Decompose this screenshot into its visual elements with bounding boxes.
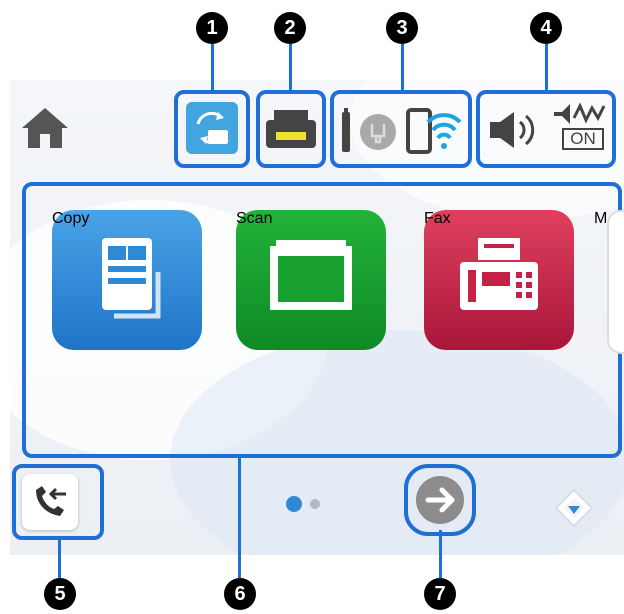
leader-line-3 [401, 44, 404, 90]
app-more[interactable] [607, 210, 624, 354]
quiet-mode-icon[interactable]: ON [550, 100, 608, 154]
home-icon[interactable] [18, 104, 72, 157]
wired-lan-icon[interactable] [338, 98, 402, 167]
callout-1: 1 [196, 12, 228, 44]
next-arrow-icon[interactable] [414, 474, 466, 531]
app-fax-label: Fax [424, 210, 451, 227]
app-scan[interactable] [236, 210, 386, 350]
callout-6: 6 [224, 578, 256, 610]
phone-incoming-icon [36, 486, 66, 516]
callout-4: 4 [530, 12, 562, 44]
wifi-icon[interactable] [402, 98, 466, 167]
app-fax[interactable] [424, 210, 574, 350]
app-copy-label: Copy [52, 210, 90, 227]
callout-2: 2 [274, 12, 306, 44]
quiet-mode-badge: ON [562, 128, 604, 150]
leader-line-4 [545, 44, 548, 90]
callout-5: 5 [44, 578, 76, 610]
printer-icon[interactable] [262, 104, 320, 161]
leader-line-6 [238, 456, 241, 578]
help-diamond-icon[interactable] [552, 486, 596, 535]
leader-line-5 [58, 540, 61, 578]
scan-icon[interactable] [236, 210, 386, 350]
app-copy[interactable] [52, 210, 202, 350]
speaker-icon[interactable] [486, 106, 542, 159]
fax-icon[interactable] [424, 210, 574, 350]
page-dot[interactable] [310, 499, 320, 509]
paper-setting-icon[interactable] [182, 98, 242, 163]
leader-line-2 [289, 44, 292, 90]
callout-3: 3 [386, 12, 418, 44]
app-scan-label: Scan [236, 210, 273, 227]
leader-line-7 [439, 530, 442, 578]
more-icon[interactable] [607, 210, 624, 354]
app-more-label: M [594, 210, 608, 227]
copy-icon[interactable] [52, 210, 202, 350]
callout-7: 7 [424, 578, 456, 610]
page-dot-active[interactable] [286, 496, 302, 512]
fax-log-button[interactable] [22, 474, 78, 530]
leader-line-1 [211, 44, 214, 90]
